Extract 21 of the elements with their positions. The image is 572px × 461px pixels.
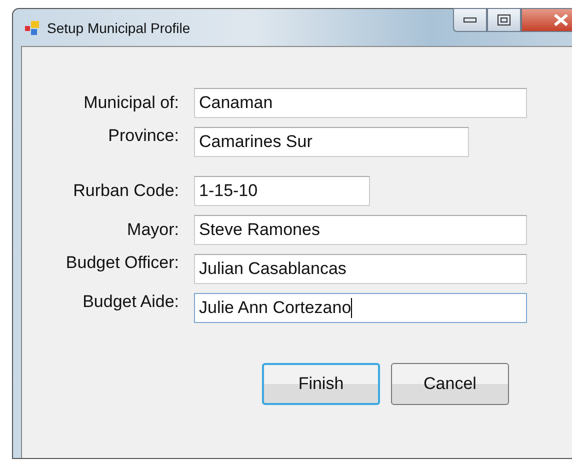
- input-field[interactable]: Julian Casablancas: [194, 254, 527, 284]
- input-field[interactable]: Camarines Sur: [194, 127, 469, 157]
- field-label: Municipal of:: [84, 93, 179, 113]
- field-label: Budget Aide:: [82, 292, 179, 312]
- maximize-icon: [497, 14, 511, 26]
- input-field[interactable]: Julie Ann Cortezano: [194, 293, 527, 323]
- input-field[interactable]: Canaman: [194, 88, 527, 118]
- minimize-button[interactable]: [453, 8, 487, 32]
- field-label: Province:: [108, 126, 179, 146]
- input-field[interactable]: Steve Ramones: [194, 215, 527, 245]
- field-label: Budget Officer:: [66, 253, 179, 273]
- cancel-button[interactable]: Cancel: [391, 363, 509, 405]
- field-label: Mayor:: [127, 220, 179, 240]
- close-icon: [553, 13, 569, 27]
- app-icon: [25, 20, 39, 34]
- maximize-button[interactable]: [487, 8, 521, 32]
- input-field[interactable]: 1-15-10: [194, 176, 370, 206]
- finish-button[interactable]: Finish: [262, 363, 380, 405]
- minimize-icon: [463, 17, 477, 23]
- field-label: Rurban Code:: [73, 181, 179, 201]
- window-title: Setup Municipal Profile: [47, 20, 190, 36]
